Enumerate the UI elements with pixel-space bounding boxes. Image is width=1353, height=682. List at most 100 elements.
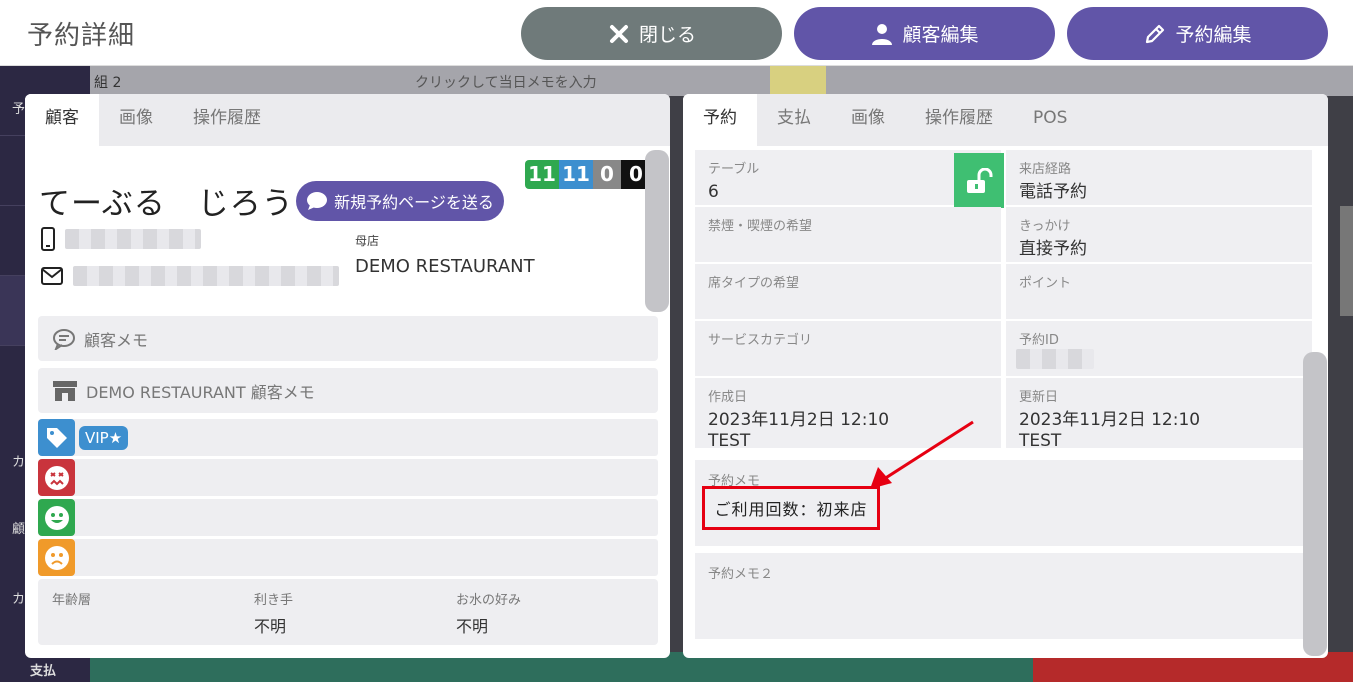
scrollbar[interactable] <box>1303 352 1327 656</box>
toolbar-highlight <box>770 66 826 96</box>
edit-customer-button[interactable]: 顧客編集 <box>794 7 1055 60</box>
pencil-icon <box>1146 24 1165 43</box>
created-label: 作成日 <box>708 390 748 405</box>
reservation-id-label: 予約ID <box>1019 333 1059 348</box>
background-toolbar: 組 2 クリックして当日メモを入力 <box>90 66 1353 96</box>
smoking-field: 禁煙・喫煙の希望 <box>695 207 1001 262</box>
phone-number-redacted <box>65 229 201 249</box>
frown-face-icon <box>38 539 75 576</box>
tab-pos[interactable]: POS <box>1013 94 1087 146</box>
point-field: ポイント <box>1006 264 1312 319</box>
table-field: テーブル 6 <box>695 150 1004 208</box>
tab-images[interactable]: 画像 <box>831 94 905 146</box>
trigger-value: 直接予約 <box>1019 239 1087 259</box>
tag-row-sad[interactable] <box>38 539 658 576</box>
day-memo-placeholder: クリックして当日メモを入力 <box>415 75 597 91</box>
scrollbar[interactable] <box>645 150 669 312</box>
sidebar-label-payment: 支払 <box>30 664 57 679</box>
tab-reservation[interactable]: 予約 <box>683 94 757 146</box>
updated-field: 更新日 2023年11月2日 12:10 TEST <box>1006 378 1312 451</box>
created-by: TEST <box>708 431 751 451</box>
sidebar-label: カ <box>12 455 26 470</box>
annotation-arrow-icon <box>870 420 974 489</box>
updated-date: 2023年11月2日 12:10 <box>1019 410 1201 430</box>
user-icon <box>872 23 893 45</box>
customer-panel: 顧客 画像 操作履歴 11 11 0 0 てーぶる じろう 新規予約ページを送る… <box>25 94 670 658</box>
vip-tag: VIP★ <box>79 425 129 450</box>
edit-reservation-label: 予約編集 <box>1175 24 1252 46</box>
water-pref-label: お水の好み <box>456 593 522 608</box>
reservation-tabs: 予約 支払 画像 操作履歴 POS <box>683 94 1328 146</box>
reservation-memo2-box[interactable]: 予約メモ２ <box>695 553 1303 639</box>
route-field: 来店経路 電話予約 <box>1006 150 1312 205</box>
store-memo-row[interactable]: DEMO RESTAURANT 顧客メモ <box>38 368 658 413</box>
handedness-label: 利き手 <box>254 593 294 608</box>
toolbar-counts: 組 2 <box>94 75 122 91</box>
send-reservation-page-button[interactable]: 新規予約ページを送る <box>296 181 504 221</box>
page-title: 予約詳細 <box>27 21 136 51</box>
lock-button[interactable] <box>954 153 1004 208</box>
tag-row-angry[interactable] <box>38 459 658 496</box>
background-scroll <box>1340 206 1353 316</box>
store-memo-label: DEMO RESTAURANT 顧客メモ <box>86 382 315 402</box>
close-button[interactable]: 閉じる <box>521 7 782 60</box>
sidebar-label: カ <box>12 592 26 607</box>
edit-reservation-button[interactable]: 予約編集 <box>1067 7 1328 60</box>
unlock-icon <box>967 167 993 193</box>
trigger-field: きっかけ 直接予約 <box>1006 207 1312 262</box>
phone-row <box>41 227 201 251</box>
route-value: 電話予約 <box>1019 182 1087 202</box>
close-icon <box>609 24 628 43</box>
sidebar-label: 顧 <box>12 522 26 537</box>
customer-tabs: 顧客 画像 操作履歴 <box>25 94 670 146</box>
customer-name: てーぶる じろう <box>39 186 294 222</box>
close-button-label: 閉じる <box>638 24 696 46</box>
tab-customer[interactable]: 顧客 <box>25 94 99 146</box>
mail-icon <box>41 267 63 285</box>
comment-icon <box>53 328 75 350</box>
point-label: ポイント <box>1019 276 1072 291</box>
trigger-label: きっかけ <box>1019 219 1071 234</box>
customer-attributes: 年齢層 利き手 不明 お水の好み 不明 <box>38 579 658 645</box>
reservation-panel: 予約 支払 画像 操作履歴 POS テーブル 6 来店経路 電話予約 禁煙・喫煙… <box>683 94 1328 658</box>
water-pref-value: 不明 <box>456 617 489 636</box>
age-label: 年齢層 <box>52 593 92 608</box>
handedness-value: 不明 <box>254 617 287 636</box>
chat-bubble-icon <box>307 192 328 210</box>
tab-images[interactable]: 画像 <box>99 94 173 146</box>
visit-count-badges: 11 11 0 0 <box>525 160 651 189</box>
table-value: 6 <box>708 182 719 202</box>
cancel-count-badge: 0 <box>593 160 621 189</box>
modal-header: 予約詳細 閉じる 顧客編集 予約編集 <box>0 0 1353 66</box>
email-row <box>41 266 339 286</box>
service-category-label: サービスカテゴリ <box>708 333 813 348</box>
reservation-memo2-label: 予約メモ２ <box>708 567 774 582</box>
service-category-field: サービスカテゴリ <box>695 321 1001 376</box>
reservation-id-field: 予約ID <box>1006 321 1312 376</box>
angry-face-icon <box>38 459 75 496</box>
tab-payment[interactable]: 支払 <box>757 94 831 146</box>
tab-history[interactable]: 操作履歴 <box>905 94 1013 146</box>
table-label: テーブル <box>708 162 760 177</box>
send-button-label: 新規予約ページを送る <box>334 193 494 212</box>
smoking-label: 禁煙・喫煙の希望 <box>708 219 813 234</box>
seat-type-label: 席タイプの希望 <box>708 276 800 291</box>
tag-icon <box>38 419 75 456</box>
updated-label: 更新日 <box>1019 390 1059 405</box>
reservation-id-redacted <box>1016 349 1094 369</box>
tag-row-happy[interactable] <box>38 499 658 536</box>
smile-face-icon <box>38 499 75 536</box>
customer-memo-label: 顧客メモ <box>84 330 149 350</box>
home-store-value: DEMO RESTAURANT <box>355 256 535 277</box>
sidebar-label: 予 <box>12 102 26 117</box>
route-label: 来店経路 <box>1019 162 1072 177</box>
visit-count-badge: 11 <box>559 160 593 189</box>
customer-memo-row[interactable]: 顧客メモ <box>38 316 658 361</box>
tag-row-vip[interactable]: VIP★ <box>38 419 658 456</box>
visit-count-badge: 11 <box>525 160 559 189</box>
email-redacted <box>73 266 339 286</box>
phone-icon <box>41 227 55 251</box>
tab-history[interactable]: 操作履歴 <box>173 94 281 146</box>
updated-by: TEST <box>1019 431 1062 451</box>
store-icon <box>53 380 77 401</box>
